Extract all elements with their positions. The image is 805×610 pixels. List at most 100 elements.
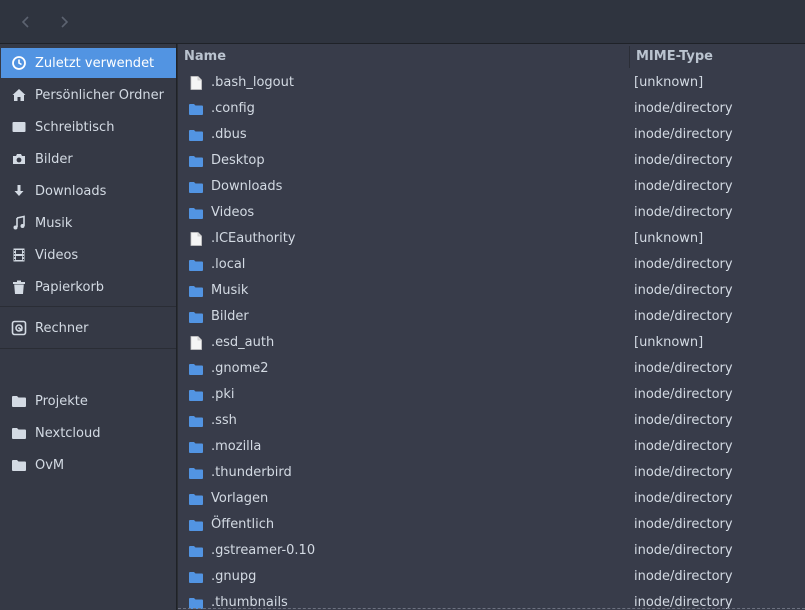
file-icon [188, 335, 204, 351]
file-mime-type: inode/directory [634, 283, 733, 298]
download-icon [14, 185, 24, 196]
sidebar-item-rechner[interactable]: Rechner [1, 313, 176, 343]
file-mime-type: inode/directory [634, 387, 733, 402]
file-mime-type: inode/directory [634, 153, 733, 168]
table-row[interactable]: .config inode/directory [178, 96, 805, 122]
file-name: Musik [211, 283, 249, 298]
sidebar-item-schreibtisch[interactable]: Schreibtisch [1, 112, 176, 142]
file-name: .ssh [211, 413, 237, 428]
sidebar-item-projekte[interactable]: Projekte [1, 386, 176, 416]
film-icon [11, 247, 27, 263]
sidebar-item-label: Musik [35, 215, 73, 231]
header-bar [0, 0, 805, 44]
column-header-mime[interactable]: MIME-Type [636, 49, 713, 64]
folder-icon [12, 428, 26, 439]
music-icon [11, 215, 27, 231]
table-row[interactable]: .ICEauthority [unknown] [178, 226, 805, 252]
folder-icon [189, 442, 203, 453]
table-row[interactable]: .pki inode/directory [178, 382, 805, 408]
folder-icon [12, 396, 26, 407]
table-row[interactable]: Desktop inode/directory [178, 148, 805, 174]
film-icon [13, 248, 25, 262]
file-name: .bash_logout [211, 75, 294, 90]
sidebar-item-bilder[interactable]: Bilder [1, 144, 176, 174]
folder-icon [188, 413, 204, 429]
file-name: .ICEauthority [211, 231, 296, 246]
table-row[interactable]: Vorlagen inode/directory [178, 486, 805, 512]
file-name: Vorlagen [211, 491, 269, 506]
sidebar-item-persönlicher-ordner[interactable]: Persönlicher Ordner [1, 80, 176, 110]
file-mime-type: inode/directory [634, 101, 733, 116]
file-mime-type: [unknown] [634, 75, 704, 90]
table-row[interactable]: .gstreamer-0.10 inode/directory [178, 538, 805, 564]
sidebar-item-nextcloud[interactable]: Nextcloud [1, 418, 176, 448]
file-icon [188, 75, 204, 91]
drive-icon [11, 320, 27, 336]
folder-icon [188, 465, 204, 481]
column-header-name[interactable]: Name [184, 49, 226, 64]
file-icon [190, 336, 202, 350]
trash-icon [13, 280, 25, 294]
folder-icon [188, 569, 204, 585]
table-row[interactable]: .ssh inode/directory [178, 408, 805, 434]
folder-icon [188, 153, 204, 169]
table-row[interactable]: Videos inode/directory [178, 200, 805, 226]
sidebar-item-ovm[interactable]: OvM [1, 450, 176, 480]
desktop-icon [12, 122, 26, 132]
folder-icon [189, 390, 203, 401]
table-row[interactable]: .local inode/directory [178, 252, 805, 278]
column-divider[interactable] [629, 46, 630, 68]
table-row[interactable]: .thumbnails inode/directory [178, 590, 805, 610]
folder-icon [12, 460, 26, 471]
table-row[interactable]: Bilder inode/directory [178, 304, 805, 330]
sidebar-item-label: Papierkorb [35, 279, 105, 295]
places-sidebar: Zuletzt verwendet Persönlicher Ordner Schr… [0, 44, 177, 610]
table-row[interactable]: .esd_auth [unknown] [178, 330, 805, 356]
folder-icon [189, 182, 203, 193]
sidebar-item-musik[interactable]: Musik [1, 208, 176, 238]
scroll-edge-indicator [178, 608, 805, 609]
forward-button[interactable] [52, 10, 76, 34]
folder-icon [188, 517, 204, 533]
folder-icon [188, 101, 204, 117]
folder-icon [188, 283, 204, 299]
sidebar-item-label: Nextcloud [35, 425, 101, 441]
file-name: .local [211, 257, 246, 272]
sidebar-item-zuletzt-verwendet[interactable]: Zuletzt verwendet [1, 48, 176, 78]
home-icon [12, 89, 26, 101]
folder-icon [189, 312, 203, 323]
file-name: .gnupg [211, 569, 257, 584]
chevron-right-icon [61, 16, 69, 28]
file-mime-type: [unknown] [634, 231, 704, 246]
folder-icon [188, 491, 204, 507]
table-row[interactable]: .dbus inode/directory [178, 122, 805, 148]
file-mime-type: inode/directory [634, 465, 733, 480]
download-icon [11, 183, 27, 199]
file-mime-type: inode/directory [634, 179, 733, 194]
table-row[interactable]: .thunderbird inode/directory [178, 460, 805, 486]
file-name: .gstreamer-0.10 [211, 543, 316, 558]
file-mime-type: inode/directory [634, 517, 733, 532]
back-button[interactable] [14, 10, 38, 34]
table-row[interactable]: .bash_logout [unknown] [178, 70, 805, 96]
folder-icon [189, 364, 203, 375]
folder-icon [189, 130, 203, 141]
sidebar-item-videos[interactable]: Videos [1, 240, 176, 270]
table-row[interactable]: Musik inode/directory [178, 278, 805, 304]
chevron-left-icon [21, 16, 29, 28]
folder-icon [188, 361, 204, 377]
sidebar-item-papierkorb[interactable]: Papierkorb [1, 272, 176, 302]
folder-icon [189, 416, 203, 427]
table-row[interactable]: Downloads inode/directory [178, 174, 805, 200]
table-row[interactable]: .gnome2 inode/directory [178, 356, 805, 382]
table-row[interactable]: .mozilla inode/directory [178, 434, 805, 460]
folder-icon [189, 572, 203, 583]
sidebar-item-downloads[interactable]: Downloads [1, 176, 176, 206]
clock-icon [11, 55, 27, 71]
folder-icon [188, 127, 204, 143]
table-row[interactable]: .gnupg inode/directory [178, 564, 805, 590]
folder-icon [188, 257, 204, 273]
sidebar-item-label: Projekte [35, 393, 88, 409]
table-row[interactable]: Öffentlich inode/directory [178, 512, 805, 538]
drive-icon [11, 320, 27, 336]
